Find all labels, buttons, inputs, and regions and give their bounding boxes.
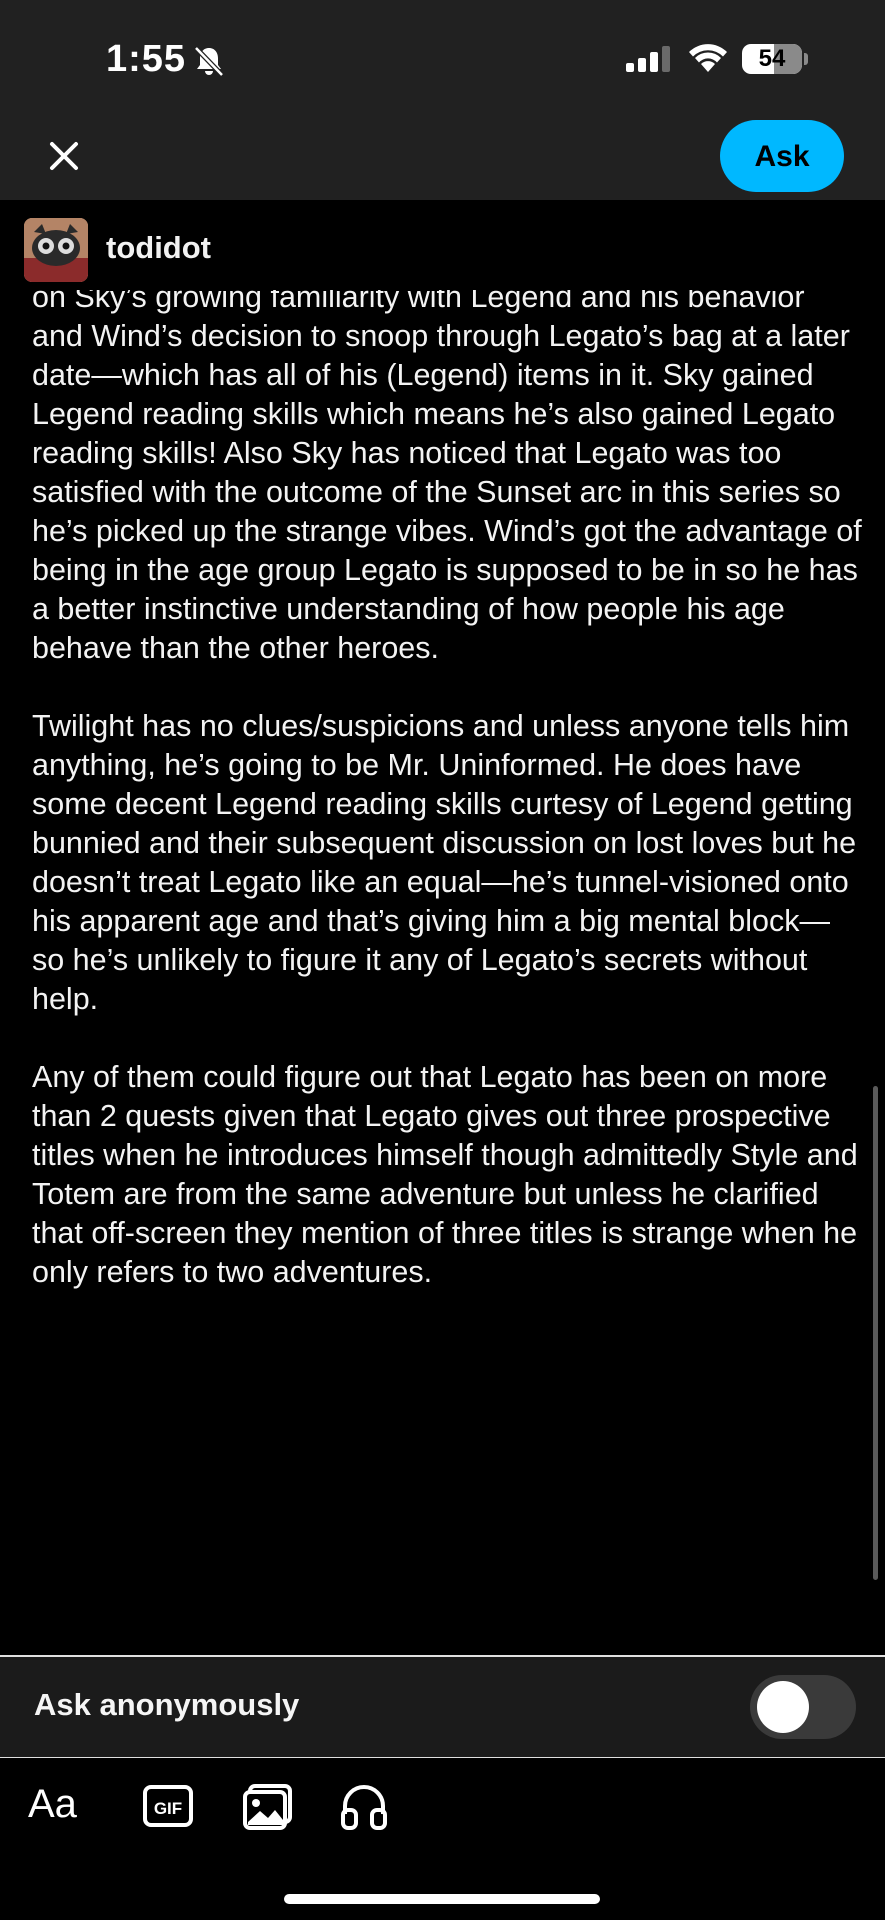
scrollbar[interactable]: [873, 1086, 878, 1580]
battery-indicator: 54: [742, 44, 802, 74]
avatar-image: [24, 218, 88, 282]
post-paragraph: Twilight has no clues/suspicions and unl…: [32, 709, 857, 1016]
top-bar: 1:55 54 Ask: [0, 0, 885, 200]
battery-cap: [804, 53, 808, 65]
ask-anonymously-toggle[interactable]: [750, 1675, 856, 1739]
audio-icon[interactable]: [338, 1782, 390, 1832]
gif-icon[interactable]: GIF: [142, 1784, 194, 1828]
ask-button[interactable]: Ask: [720, 120, 844, 192]
ask-anonymously-row: Ask anonymously: [0, 1657, 885, 1757]
avatar[interactable]: [24, 218, 88, 282]
post-paragraph: on Sky’s growing familiarity with Legend…: [32, 290, 862, 665]
text-format-icon[interactable]: Aa: [28, 1782, 77, 1827]
home-indicator[interactable]: [284, 1894, 600, 1904]
silent-bell-icon: [194, 46, 224, 77]
gif-label: GIF: [154, 1799, 182, 1818]
battery-level: 54: [758, 45, 786, 72]
post-body: on Sky’s growing familiarity with Legend…: [32, 290, 862, 1646]
post-paragraph: Any of them could figure out that Legato…: [32, 1060, 858, 1289]
toggle-knob: [757, 1681, 809, 1733]
username[interactable]: todidot: [106, 230, 211, 266]
signal-icon: [626, 46, 670, 72]
ask-anonymously-label: Ask anonymously: [34, 1687, 300, 1722]
close-button[interactable]: [44, 136, 84, 176]
image-icon[interactable]: [242, 1782, 294, 1832]
wifi-icon: [689, 44, 727, 72]
status-time: 1:55: [106, 38, 187, 80]
